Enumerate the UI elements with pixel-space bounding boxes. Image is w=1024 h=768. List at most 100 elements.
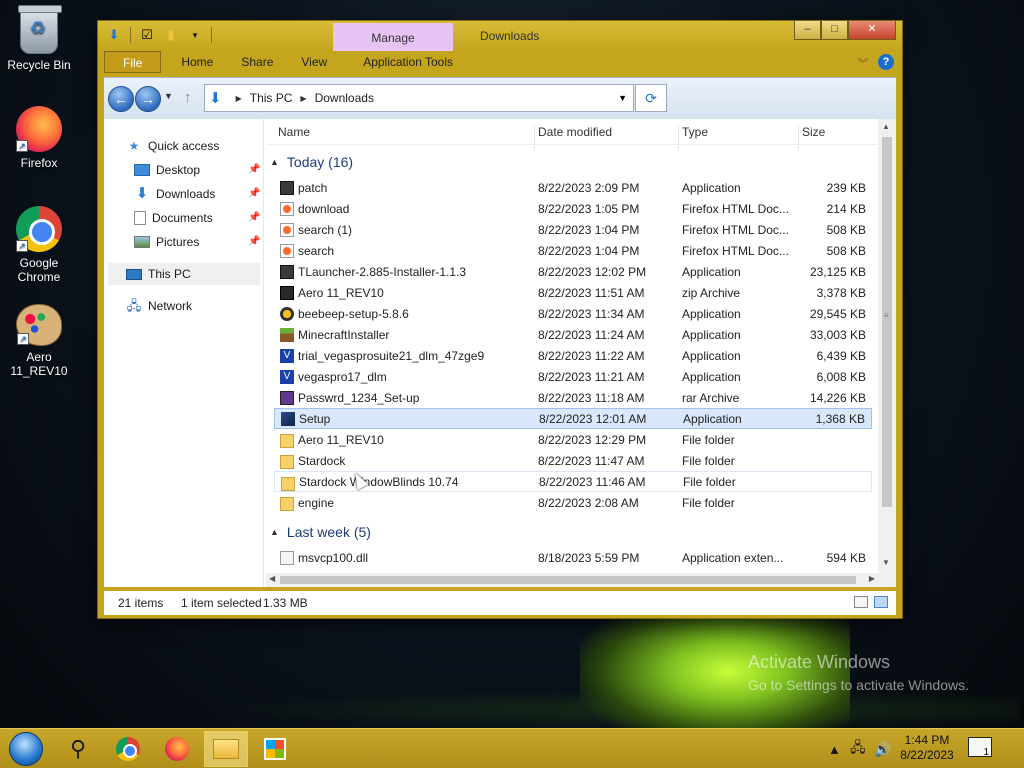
forward-button[interactable]: → — [135, 86, 161, 112]
maximize-button[interactable]: □ — [821, 21, 848, 40]
collapse-group-icon[interactable]: ▲ — [270, 157, 279, 167]
scroll-down-icon[interactable]: ▼ — [882, 558, 890, 567]
file-row[interactable]: TLauncher-2.885-Installer-1.1.3 8/22/2023… — [274, 261, 872, 282]
properties-icon[interactable]: ☑ — [139, 27, 155, 43]
file-row[interactable]: Vvegaspro17_dlm 8/22/2023 11:21 AM Applica… — [274, 366, 872, 387]
scroll-left-icon[interactable]: ◀ — [269, 574, 275, 583]
column-header-type[interactable]: Type — [682, 125, 708, 139]
folder-icon — [280, 497, 294, 511]
nav-this-pc[interactable]: This PC — [108, 263, 260, 285]
desktop-icon-aero[interactable]: ↗ Aero 11_REV10 — [1, 304, 77, 378]
tab-view[interactable]: View — [287, 51, 341, 73]
taskbar-store[interactable] — [253, 731, 297, 767]
group-header[interactable]: ▲ Last week (5) — [270, 521, 371, 543]
nav-quick-access[interactable]: ★ Quick access — [126, 135, 220, 157]
start-button[interactable] — [4, 731, 48, 767]
notification-center[interactable]: 1 — [968, 737, 992, 758]
tab-application-tools[interactable]: Application Tools — [349, 51, 467, 73]
breadcrumb-chevron-icon[interactable]: ▶ — [236, 94, 242, 103]
breadcrumb-this-pc[interactable]: This PC — [250, 91, 293, 105]
file-row[interactable]: MinecraftInstaller 8/22/2023 11:24 AM Appl… — [274, 324, 872, 345]
scroll-thumb[interactable] — [882, 137, 892, 507]
nav-desktop[interactable]: Desktop 📌 — [134, 159, 260, 181]
recycle-bin-icon — [18, 5, 62, 54]
scroll-up-icon[interactable]: ▲ — [882, 122, 890, 131]
address-bar[interactable]: ⬇ ▶ This PC ▶ Downloads ▼ — [204, 84, 634, 112]
help-icon[interactable]: ? — [878, 54, 894, 70]
context-tab-manage[interactable]: Manage — [333, 23, 453, 51]
file-row[interactable]: Stardock 8/22/2023 11:47 AM File folder — [274, 450, 872, 471]
column-divider[interactable] — [534, 125, 535, 151]
title-bar[interactable]: ⬇ ☑ ▮ ▾ Manage Downloads – □ ✕ — [98, 21, 902, 51]
nav-documents[interactable]: Documents 📌 — [134, 207, 260, 229]
file-row[interactable]: patch 8/22/2023 2:09 PM Application 239 KB — [274, 177, 872, 198]
customize-toolbar-icon[interactable]: ▾ — [187, 27, 203, 43]
file-row[interactable]: Setup 8/22/2023 12:01 AM Application 1,368 … — [274, 408, 872, 429]
file-row[interactable]: msvcp100.dll 8/18/2023 5:59 PM Application… — [274, 547, 872, 568]
close-button[interactable]: ✕ — [848, 21, 896, 40]
taskbar-search[interactable]: ⚲ — [56, 731, 100, 767]
group-header[interactable]: ▲ Today (16) — [270, 151, 353, 173]
column-header-date[interactable]: Date modified — [538, 125, 612, 139]
breadcrumb-chevron-icon[interactable]: ▶ — [300, 94, 306, 103]
firefox-document-icon — [280, 222, 294, 237]
scroll-right-icon[interactable]: ▶ — [869, 574, 875, 583]
desktop-icon-recycle-bin[interactable]: Recycle Bin — [1, 5, 77, 72]
show-hidden-icons[interactable]: ▲ — [828, 729, 841, 768]
taskbar-file-explorer[interactable] — [204, 731, 248, 767]
column-header-size[interactable]: Size — [802, 125, 825, 139]
file-size: 29,545 KB — [809, 306, 866, 321]
shortcut-arrow-icon: ↗ — [17, 333, 29, 345]
address-dropdown-icon[interactable]: ▼ — [618, 93, 627, 103]
shortcut-arrow-icon: ↗ — [16, 240, 28, 252]
file-row[interactable]: download 8/22/2023 1:05 PM Firefox HTML Do… — [274, 198, 872, 219]
column-header-name[interactable]: Name — [278, 125, 310, 139]
taskbar-chrome[interactable] — [106, 731, 150, 767]
column-divider[interactable] — [678, 125, 679, 151]
scroll-thumb-horizontal[interactable] — [280, 576, 856, 584]
breadcrumb-downloads[interactable]: Downloads — [315, 91, 374, 105]
file-row[interactable]: Vtrial_vegasprosuite21_dlm_47zge9 8/22/20… — [274, 345, 872, 366]
file-type: Application — [683, 411, 742, 426]
desktop-icon-firefox[interactable]: ↗ Firefox — [1, 106, 77, 170]
desktop-icon-chrome[interactable]: ↗ Google Chrome — [1, 206, 77, 284]
pin-icon[interactable]: 📌 — [248, 231, 260, 253]
network-tray[interactable]: 🖧 — [850, 729, 866, 768]
collapse-group-icon[interactable]: ▲ — [270, 527, 279, 537]
details-view-icon[interactable] — [854, 596, 868, 608]
column-divider[interactable] — [798, 125, 799, 151]
nav-downloads[interactable]: ⬇ Downloads 📌 — [134, 183, 261, 205]
file-row[interactable]: Aero 11_REV10 8/22/2023 12:29 PM File fold… — [274, 429, 872, 450]
recent-locations-icon[interactable]: ▼ — [164, 91, 173, 101]
pin-icon[interactable]: 📌 — [248, 207, 260, 229]
vertical-scrollbar[interactable]: ▲ ≡ ▼ — [878, 119, 896, 587]
tab-file[interactable]: File — [104, 51, 162, 73]
file-type: zip Archive — [682, 285, 741, 300]
taskbar-clock[interactable]: 1:44 PM 8/22/2023 — [895, 733, 959, 763]
file-name: Setup — [299, 411, 331, 426]
file-row[interactable]: beebeep-setup-5.8.6 8/22/2023 11:34 AM App… — [274, 303, 872, 324]
chevron-down-icon[interactable]: ︾ — [858, 55, 868, 70]
pin-icon[interactable]: 📌 — [248, 183, 260, 205]
tab-home[interactable]: Home — [167, 51, 227, 73]
file-row[interactable]: Passwrd_1234_Set-up 8/22/2023 11:18 AM rar… — [274, 387, 872, 408]
new-folder-icon[interactable]: ▮ — [163, 27, 179, 43]
large-icons-view-icon[interactable] — [874, 596, 888, 608]
minimize-button[interactable]: – — [794, 21, 821, 40]
tab-share[interactable]: Share — [227, 51, 287, 73]
file-row[interactable]: search (1) 8/22/2023 1:04 PM Firefox HTML … — [274, 219, 872, 240]
pin-icon[interactable]: 📌 — [248, 159, 260, 181]
horizontal-scrollbar[interactable]: ◀ ▶ — [266, 573, 878, 587]
back-button[interactable]: ← — [108, 86, 134, 112]
file-row[interactable]: Aero 11_REV10 8/22/2023 11:51 AM zip Archi… — [274, 282, 872, 303]
up-button[interactable]: ↑ — [184, 89, 192, 106]
taskbar-firefox[interactable] — [155, 731, 199, 767]
file-row[interactable]: search 8/22/2023 1:04 PM Firefox HTML Doc.… — [274, 240, 872, 261]
volume-tray[interactable]: 🔊 — [874, 729, 891, 768]
nav-network[interactable]: 🖧 Network — [126, 295, 192, 317]
nav-pictures[interactable]: Pictures 📌 — [134, 231, 260, 253]
file-name: MinecraftInstaller — [298, 327, 390, 342]
desktop-icon-label: Google Chrome — [17, 256, 61, 284]
refresh-button[interactable]: ⟳ — [635, 84, 667, 112]
file-row[interactable]: engine 8/22/2023 2:08 AM File folder — [274, 492, 872, 513]
